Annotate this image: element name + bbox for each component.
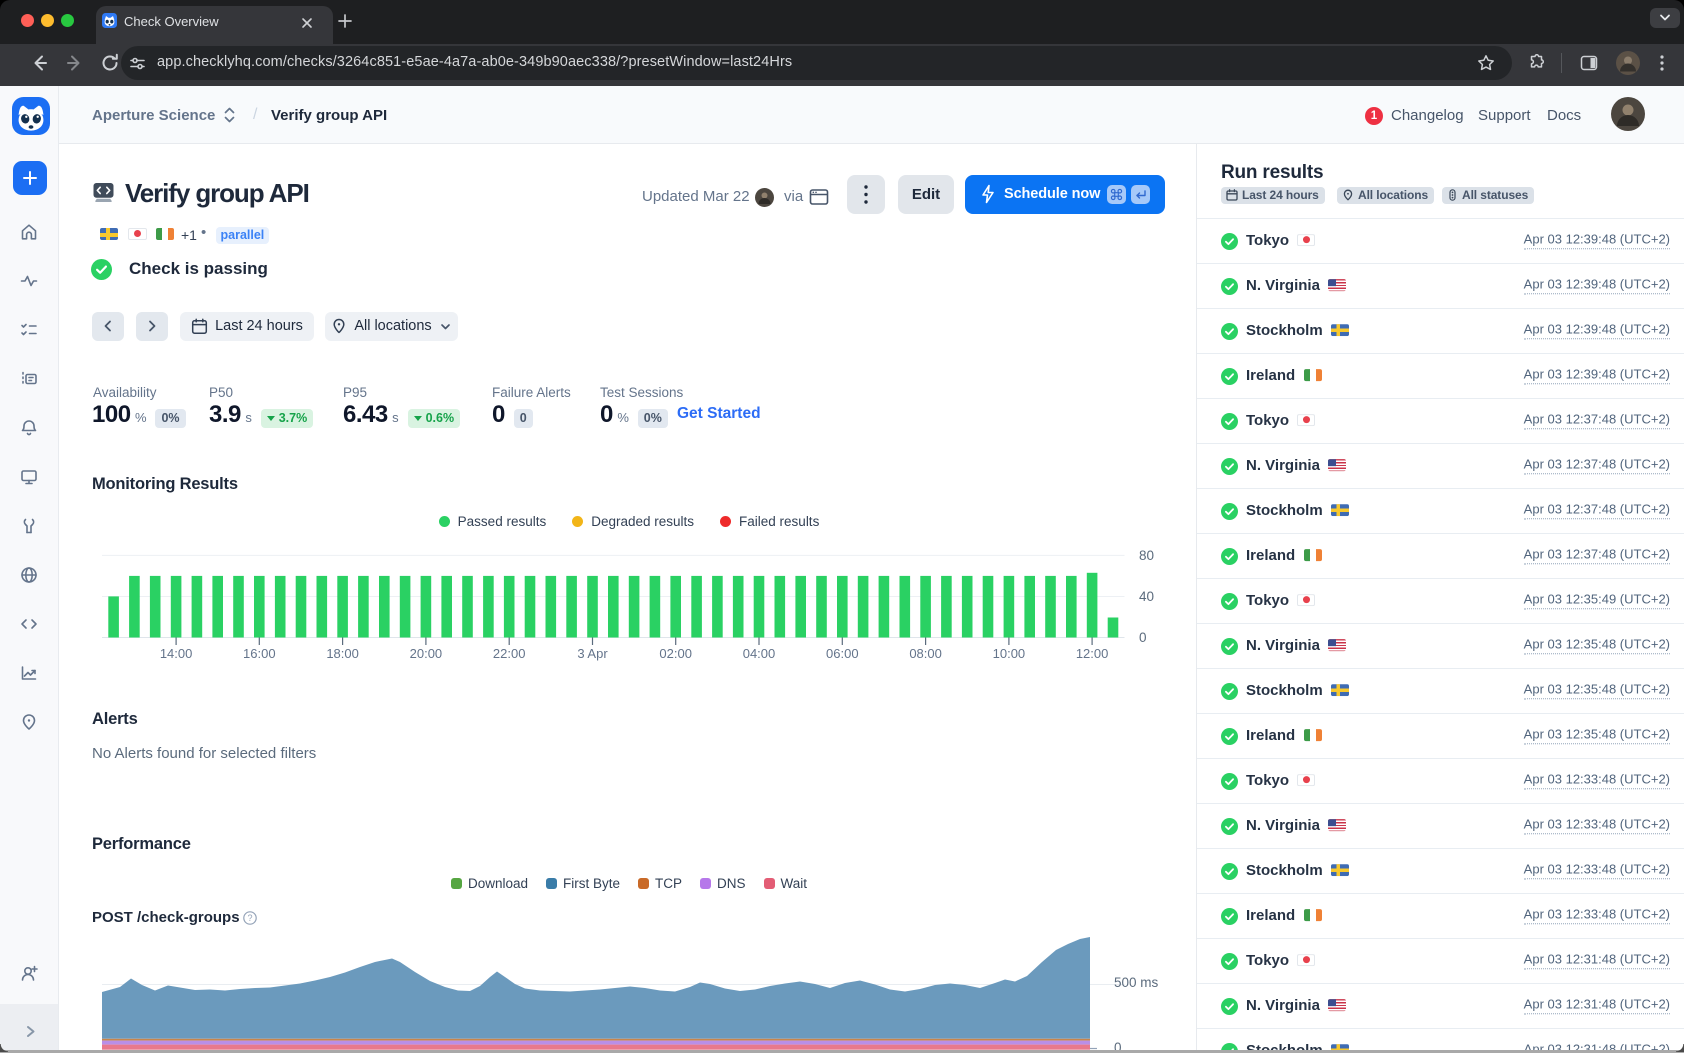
svg-text:40: 40 (1139, 589, 1154, 604)
svg-text:0: 0 (1139, 630, 1147, 645)
svg-text:500 ms: 500 ms (1114, 975, 1159, 990)
svg-text:02:00: 02:00 (659, 646, 692, 661)
svg-text:10:00: 10:00 (993, 646, 1026, 661)
svg-text:14:00: 14:00 (160, 646, 193, 661)
svg-text:16:00: 16:00 (243, 646, 276, 661)
svg-text:22:00: 22:00 (493, 646, 526, 661)
svg-text:3 Apr: 3 Apr (577, 646, 608, 661)
svg-text:12:00: 12:00 (1076, 646, 1109, 661)
svg-text:06:00: 06:00 (826, 646, 859, 661)
svg-text:08:00: 08:00 (909, 646, 942, 661)
svg-text:80: 80 (1139, 548, 1154, 563)
svg-text:18:00: 18:00 (326, 646, 359, 661)
svg-text:04:00: 04:00 (743, 646, 776, 661)
svg-text:20:00: 20:00 (410, 646, 443, 661)
svg-text:?: ? (247, 913, 252, 923)
